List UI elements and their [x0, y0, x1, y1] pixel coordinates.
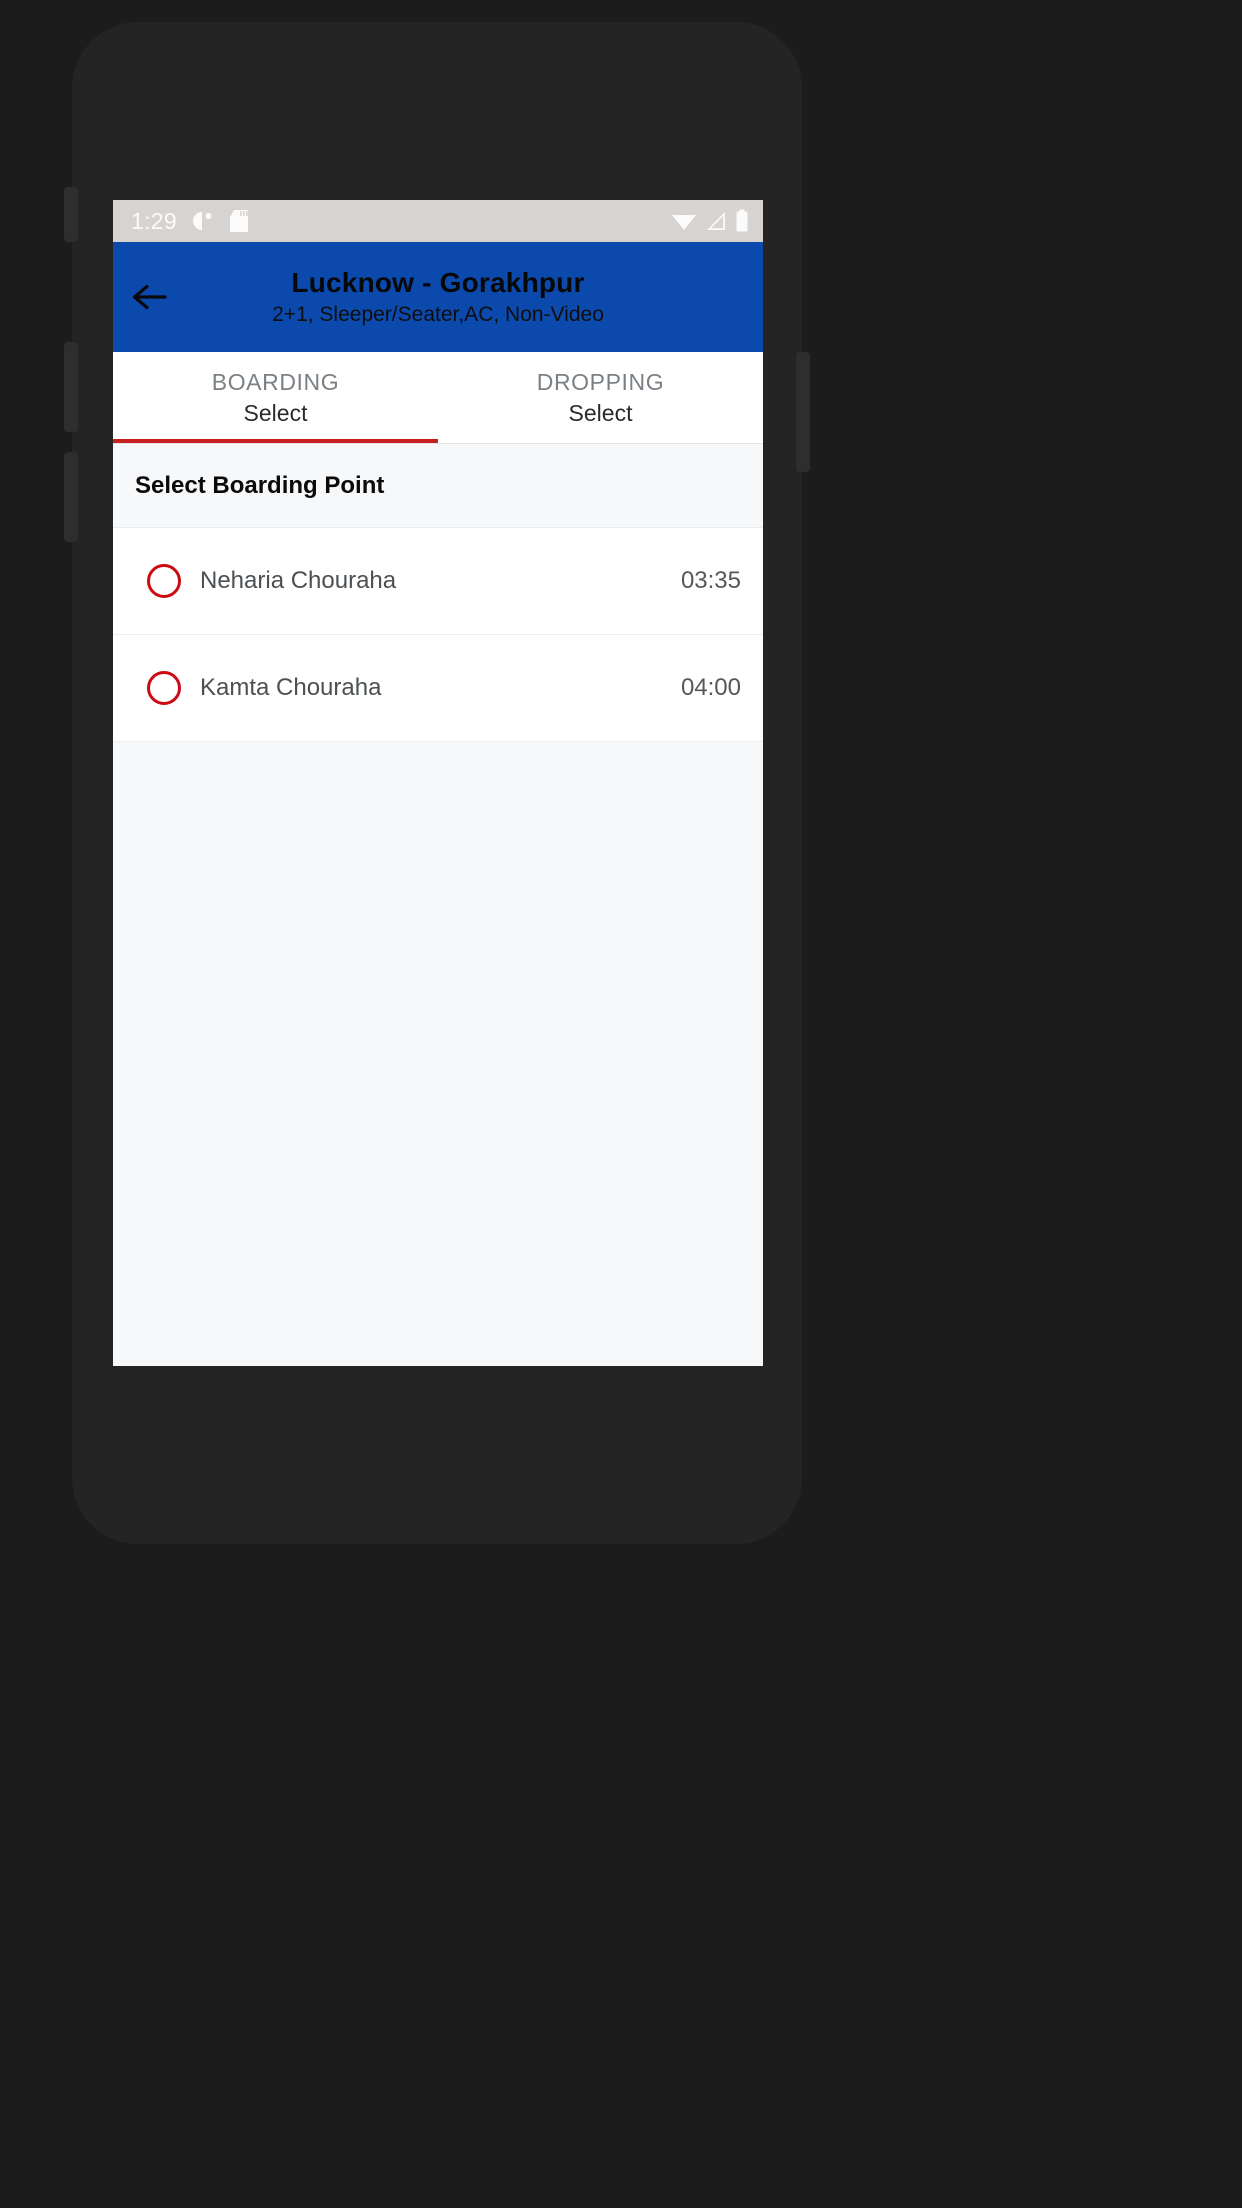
section-header-label: Select Boarding Point	[135, 471, 385, 499]
phone-power-button[interactable]	[796, 352, 810, 472]
tab-boarding-label: BOARDING	[211, 368, 340, 395]
status-bar: 1:29	[113, 200, 763, 242]
tab-boarding[interactable]: BOARDING Select	[113, 352, 438, 443]
app-bar: Lucknow - Gorakhpur 2+1, Sleeper/Seater,…	[113, 242, 763, 352]
tab-dropping-value: Select	[568, 399, 633, 426]
screen-record-icon	[191, 209, 215, 233]
section-header: Select Boarding Point	[113, 444, 763, 528]
list-item[interactable]: Kamta Chouraha 04:00	[113, 635, 763, 742]
signal-icon	[704, 210, 728, 232]
phone-frame: 1:29 Lucknow - Gorakhpur 2+1, Sleeper/Se…	[64, 22, 810, 1544]
boarding-point-name: Kamta Chouraha	[200, 674, 382, 701]
phone-screen: 1:29 Lucknow - Gorakhpur 2+1, Sleeper/Se…	[113, 200, 763, 1366]
radio-button[interactable]	[147, 671, 181, 705]
battery-icon	[735, 209, 749, 233]
boarding-point-time: 04:00	[680, 674, 741, 701]
phone-volume-up-button[interactable]	[64, 342, 78, 432]
tab-bar: BOARDING Select DROPPING Select	[113, 352, 763, 444]
boarding-point-list: Neharia Chouraha 03:35 Kamta Chouraha 04…	[113, 528, 763, 742]
page-title: Lucknow - Gorakhpur	[291, 267, 585, 298]
tab-dropping[interactable]: DROPPING Select	[438, 352, 763, 443]
tab-active-indicator	[113, 439, 438, 443]
tab-dropping-label: DROPPING	[536, 368, 665, 395]
page-subtitle: 2+1, Sleeper/Seater,AC, Non-Video	[272, 303, 604, 326]
back-button[interactable]	[113, 242, 187, 352]
list-item[interactable]: Neharia Chouraha 03:35	[113, 528, 763, 635]
wifi-icon	[671, 210, 697, 232]
content-area: Select Boarding Point Neharia Chouraha 0…	[113, 444, 763, 1366]
phone-side-button[interactable]	[64, 187, 78, 242]
boarding-point-time: 03:35	[680, 567, 741, 594]
app-bar-titles: Lucknow - Gorakhpur 2+1, Sleeper/Seater,…	[113, 242, 763, 352]
boarding-point-name: Neharia Chouraha	[200, 567, 397, 594]
tab-boarding-value: Select	[243, 399, 308, 426]
arrow-left-icon	[132, 284, 167, 310]
phone-volume-down-button[interactable]	[64, 452, 78, 542]
empty-list-area	[113, 742, 763, 1366]
radio-button[interactable]	[147, 564, 181, 598]
status-bar-right-icons	[671, 209, 749, 233]
status-clock: 1:29	[131, 207, 177, 234]
sd-card-icon	[229, 209, 249, 233]
